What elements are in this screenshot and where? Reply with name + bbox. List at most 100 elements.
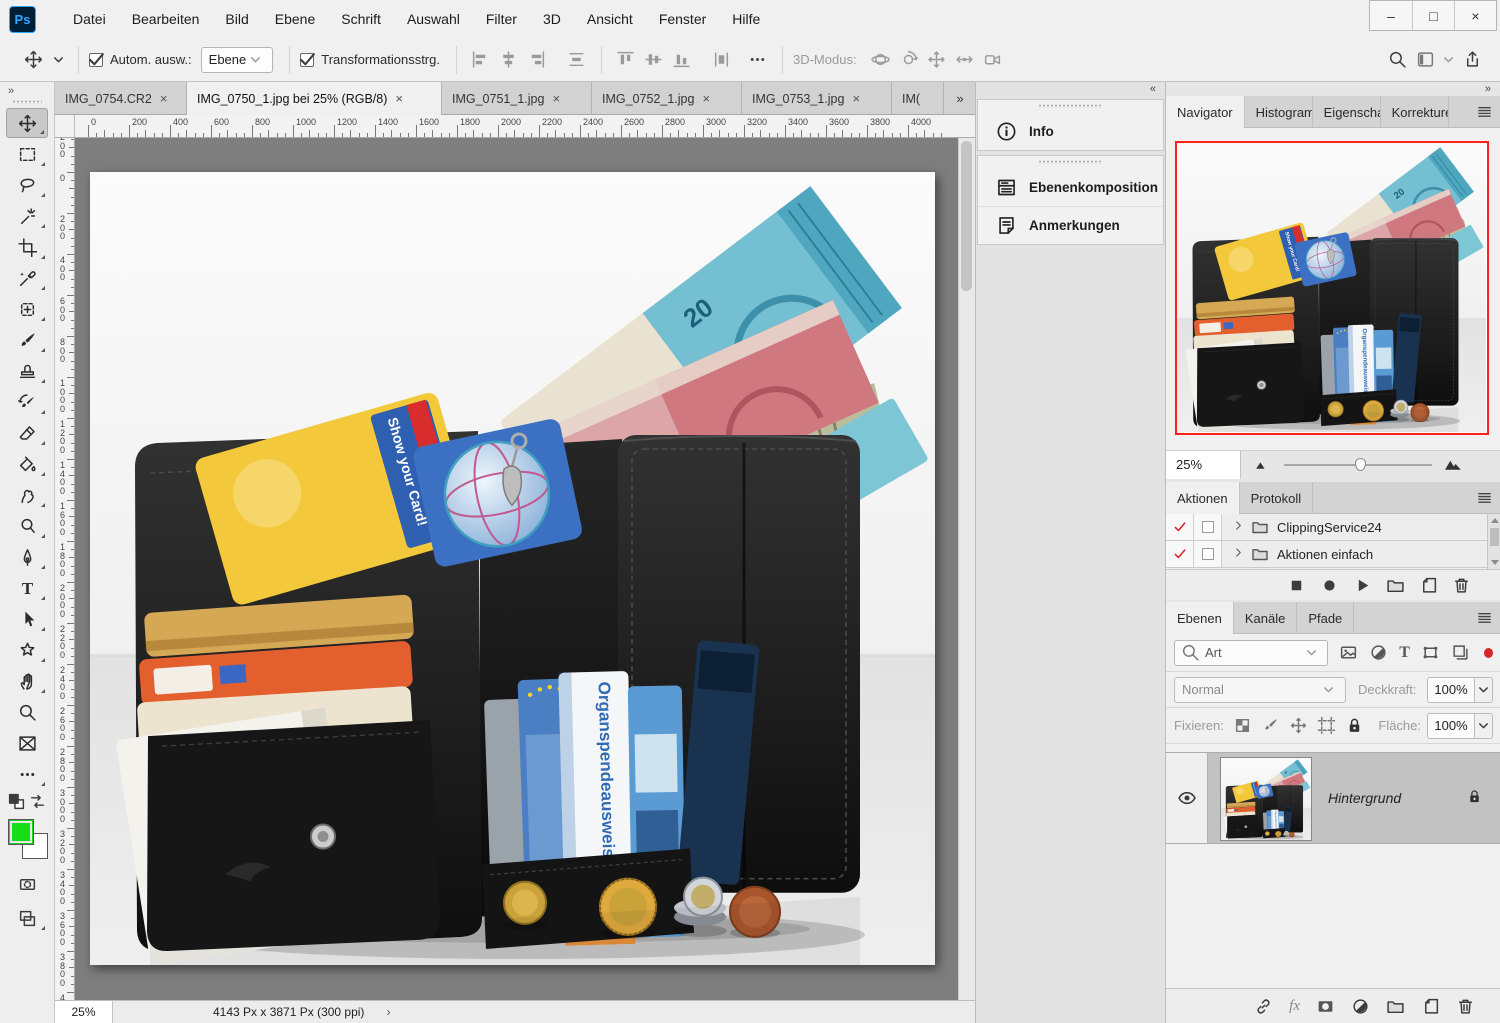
tab-layers-menu-icon[interactable] [1467, 602, 1500, 633]
panel-button-1[interactable]: Ebenenkomposition [978, 168, 1163, 206]
photoshop-logo-icon[interactable]: Ps [9, 6, 36, 33]
navigator-zoom-field[interactable]: 25% [1166, 451, 1241, 479]
lock-pixels-icon[interactable] [1261, 716, 1280, 735]
lasso-tool[interactable] [6, 170, 48, 200]
actions-scrollbar[interactable] [1487, 514, 1500, 569]
menu-item-0[interactable]: Datei [60, 2, 119, 36]
tab-layers-2[interactable]: Pfade [1297, 602, 1354, 634]
menu-item-5[interactable]: Auswahl [394, 2, 473, 36]
panel-group-grip[interactable] [1038, 160, 1103, 164]
menu-item-9[interactable]: Fenster [646, 2, 719, 36]
tab-navigator-3[interactable]: Korrekturen [1381, 96, 1449, 128]
auto-select-checkbox[interactable] [89, 53, 103, 67]
lock-artboard-icon[interactable] [1317, 716, 1336, 735]
more-align-options-icon[interactable] [744, 46, 772, 74]
tab-navigator-menu-icon[interactable] [1467, 96, 1500, 127]
align-right-icon[interactable] [523, 46, 551, 74]
tab-overflow-icon[interactable]: » [945, 82, 975, 114]
distribute-vertical-icon[interactable] [708, 46, 736, 74]
new-action-set-icon[interactable] [1386, 576, 1405, 595]
status-info-chevron-icon[interactable]: › [386, 1005, 390, 1019]
eraser-tool[interactable] [6, 418, 48, 448]
align-center-horizontal-icon[interactable] [495, 46, 523, 74]
tab-actions-menu-icon[interactable] [1467, 482, 1500, 513]
filter-type-layers-icon[interactable]: T [1399, 645, 1410, 661]
foreground-color-swatch[interactable] [8, 819, 34, 845]
action-dialog-cell[interactable] [1194, 514, 1222, 540]
middle-dock-expand-toggle[interactable]: « [976, 82, 1165, 96]
layer-name[interactable]: Hintergrund [1328, 790, 1401, 806]
slide-3d-icon[interactable] [951, 46, 979, 74]
align-middle-vertical-icon[interactable] [640, 46, 668, 74]
horizontal-ruler[interactable]: 0200400600800100012001400160018002000220… [75, 115, 975, 138]
zoom-out-icon[interactable] [1253, 455, 1272, 474]
menu-item-3[interactable]: Ebene [262, 2, 328, 36]
canvas-area[interactable]: 2000200400600800100012001400160018002000… [55, 138, 958, 1000]
tab-layers-1[interactable]: Kanäle [1234, 602, 1297, 634]
document-tab-2[interactable]: IMG_0751_1.jpg× [442, 82, 592, 115]
tab-navigator-2[interactable]: Eigenschaften [1313, 96, 1381, 128]
filter-pixel-layers-icon[interactable] [1339, 643, 1358, 662]
auto-select-dropdown[interactable]: Ebene [201, 47, 274, 73]
right-dock-collapse-toggle[interactable]: » [1166, 82, 1500, 96]
transform-controls-checkbox[interactable] [300, 53, 314, 67]
hand-tool[interactable] [6, 666, 48, 696]
tab-actions-0[interactable]: Aktionen [1166, 482, 1240, 514]
document-tab-1[interactable]: IMG_0750_1.jpg bei 25% (RGB/8)× [187, 82, 442, 115]
menu-item-1[interactable]: Bearbeiten [119, 2, 213, 36]
toolbar-grip[interactable] [12, 100, 42, 104]
filter-smart-objects-icon[interactable] [1451, 643, 1470, 662]
close-tab-icon[interactable]: × [395, 91, 403, 106]
tool-preset-chevron-icon[interactable] [49, 50, 68, 69]
menu-item-2[interactable]: Bild [212, 2, 261, 36]
shape-tool[interactable] [6, 635, 48, 665]
panel-button-0[interactable]: Info [978, 112, 1163, 150]
smudge-tool[interactable] [6, 480, 48, 510]
lock-all-icon[interactable] [1345, 716, 1364, 735]
screen-mode-button[interactable] [6, 903, 48, 933]
add-mask-icon[interactable] [1316, 997, 1335, 1016]
close-tab-icon[interactable]: × [160, 91, 168, 106]
new-action-icon[interactable] [1419, 576, 1438, 595]
align-top-icon[interactable] [612, 46, 640, 74]
layer-filter-toggle[interactable] [1484, 648, 1493, 658]
move-tool[interactable] [6, 108, 48, 138]
link-layers-icon[interactable] [1254, 997, 1273, 1016]
workspace-chevron-icon[interactable] [1439, 50, 1458, 69]
tab-navigator-0[interactable]: Navigator [1166, 96, 1245, 128]
tab-layers-0[interactable]: Ebenen [1166, 602, 1234, 634]
lock-position-icon[interactable] [1289, 716, 1308, 735]
action-dialog-cell[interactable] [1194, 541, 1222, 567]
frame-tool[interactable] [6, 728, 48, 758]
panel-button-2[interactable]: Anmerkungen [978, 206, 1163, 244]
crop-tool[interactable] [6, 232, 48, 262]
paint-bucket-tool[interactable] [6, 449, 48, 479]
type-tool[interactable]: T [6, 573, 48, 603]
pan-3d-icon[interactable] [923, 46, 951, 74]
history-brush-tool[interactable] [6, 387, 48, 417]
menu-item-4[interactable]: Schrift [328, 2, 394, 36]
delete-layer-icon[interactable] [1456, 997, 1475, 1016]
align-left-icon[interactable] [467, 46, 495, 74]
quick-mask-button[interactable] [6, 869, 48, 899]
fill-field[interactable]: 100% [1427, 713, 1493, 739]
orbit-3d-icon[interactable] [867, 46, 895, 74]
action-row[interactable]: ClippingService24 [1166, 514, 1500, 541]
action-enabled-cell[interactable] [1166, 541, 1194, 567]
filter-shape-layers-icon[interactable] [1421, 643, 1440, 662]
quick-selection-tool[interactable] [6, 201, 48, 231]
document-canvas[interactable] [90, 172, 935, 965]
eyedropper-tool[interactable] [6, 263, 48, 293]
document-tab-0[interactable]: IMG_0754.CR2× [55, 82, 187, 115]
stop-icon[interactable] [1287, 576, 1306, 595]
blend-mode-dropdown[interactable]: Normal [1174, 677, 1346, 703]
document-tab-5[interactable]: IM( [892, 82, 944, 115]
expand-chevron-icon[interactable] [1232, 546, 1245, 562]
new-adjustment-layer-icon[interactable] [1351, 997, 1370, 1016]
menu-item-10[interactable]: Hilfe [719, 2, 773, 36]
close-button[interactable]: × [1454, 1, 1496, 30]
maximize-button[interactable]: □ [1412, 1, 1454, 30]
layer-row[interactable]: Hintergrund [1166, 752, 1500, 844]
vertical-ruler[interactable]: 2000200400600800100012001400160018002000… [55, 138, 75, 1000]
dodge-tool[interactable] [6, 511, 48, 541]
